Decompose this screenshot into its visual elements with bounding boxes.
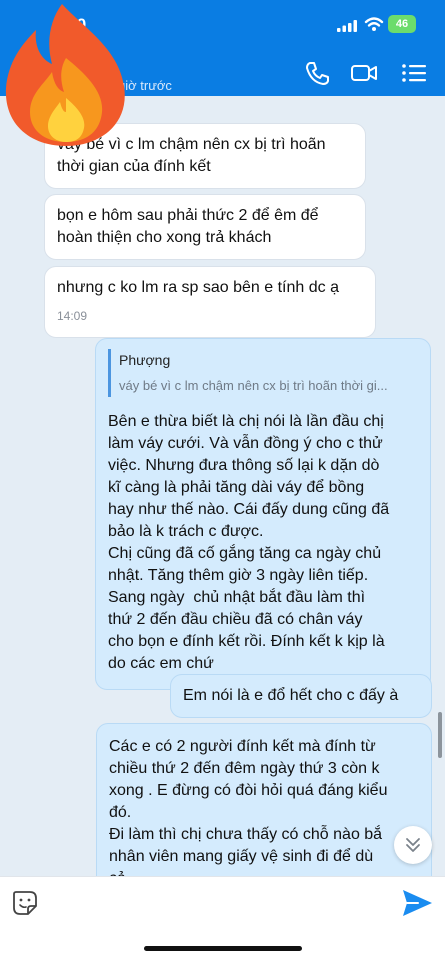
chat-messages[interactable]: váy bé vì c lm chậm nên cx bị trì hoãn t… xyxy=(0,96,445,876)
battery-indicator: 46 xyxy=(388,15,416,33)
message-text: Các e có 2 người đính kết mà đính từ chi… xyxy=(109,738,388,876)
home-indicator xyxy=(144,946,302,951)
message-input[interactable] xyxy=(55,887,379,921)
reply-quote[interactable]: Phượng váy bé vì c lm chậm nên cx bị trì… xyxy=(108,349,418,397)
menu-list-icon[interactable] xyxy=(400,60,428,86)
emoji-sticker-icon[interactable] xyxy=(12,890,38,916)
phone-icon[interactable] xyxy=(303,60,331,86)
scrollbar[interactable] xyxy=(438,712,442,758)
incoming-message[interactable]: nhưng c ko lm ra sp sao bên e tính dc ạ … xyxy=(44,266,376,338)
fire-emoji-icon xyxy=(5,4,125,146)
wifi-icon xyxy=(364,17,384,31)
outgoing-message[interactable]: Các e có 2 người đính kết mà đính từ chi… xyxy=(96,723,432,876)
quote-text: váy bé vì c lm chậm nên cx bị trì hoãn t… xyxy=(119,378,388,393)
message-text: Bên e thừa biết là chị nói là lần đầu ch… xyxy=(108,413,390,672)
message-text: nhưng c ko lm ra sp sao bên e tính dc ạ xyxy=(57,279,339,296)
message-text: Em nói là e đổ hết cho c đấy à xyxy=(183,687,399,704)
send-icon[interactable] xyxy=(400,887,434,919)
message-text: bọn e hôm sau phải thức 2 để êm để hoàn … xyxy=(57,207,319,246)
outgoing-message[interactable]: Phượng váy bé vì c lm chậm nên cx bị trì… xyxy=(95,338,431,690)
signal-icon xyxy=(337,20,357,32)
outgoing-message[interactable]: Em nói là e đổ hết cho c đấy à xyxy=(170,674,432,718)
video-call-icon[interactable] xyxy=(350,60,378,86)
incoming-message[interactable]: bọn e hôm sau phải thức 2 để êm để hoàn … xyxy=(44,194,366,260)
quote-sender: Phượng xyxy=(119,352,171,368)
message-time: 14:09 xyxy=(57,309,88,323)
scroll-down-button[interactable] xyxy=(394,826,432,864)
scroll-down-icon xyxy=(406,838,420,852)
